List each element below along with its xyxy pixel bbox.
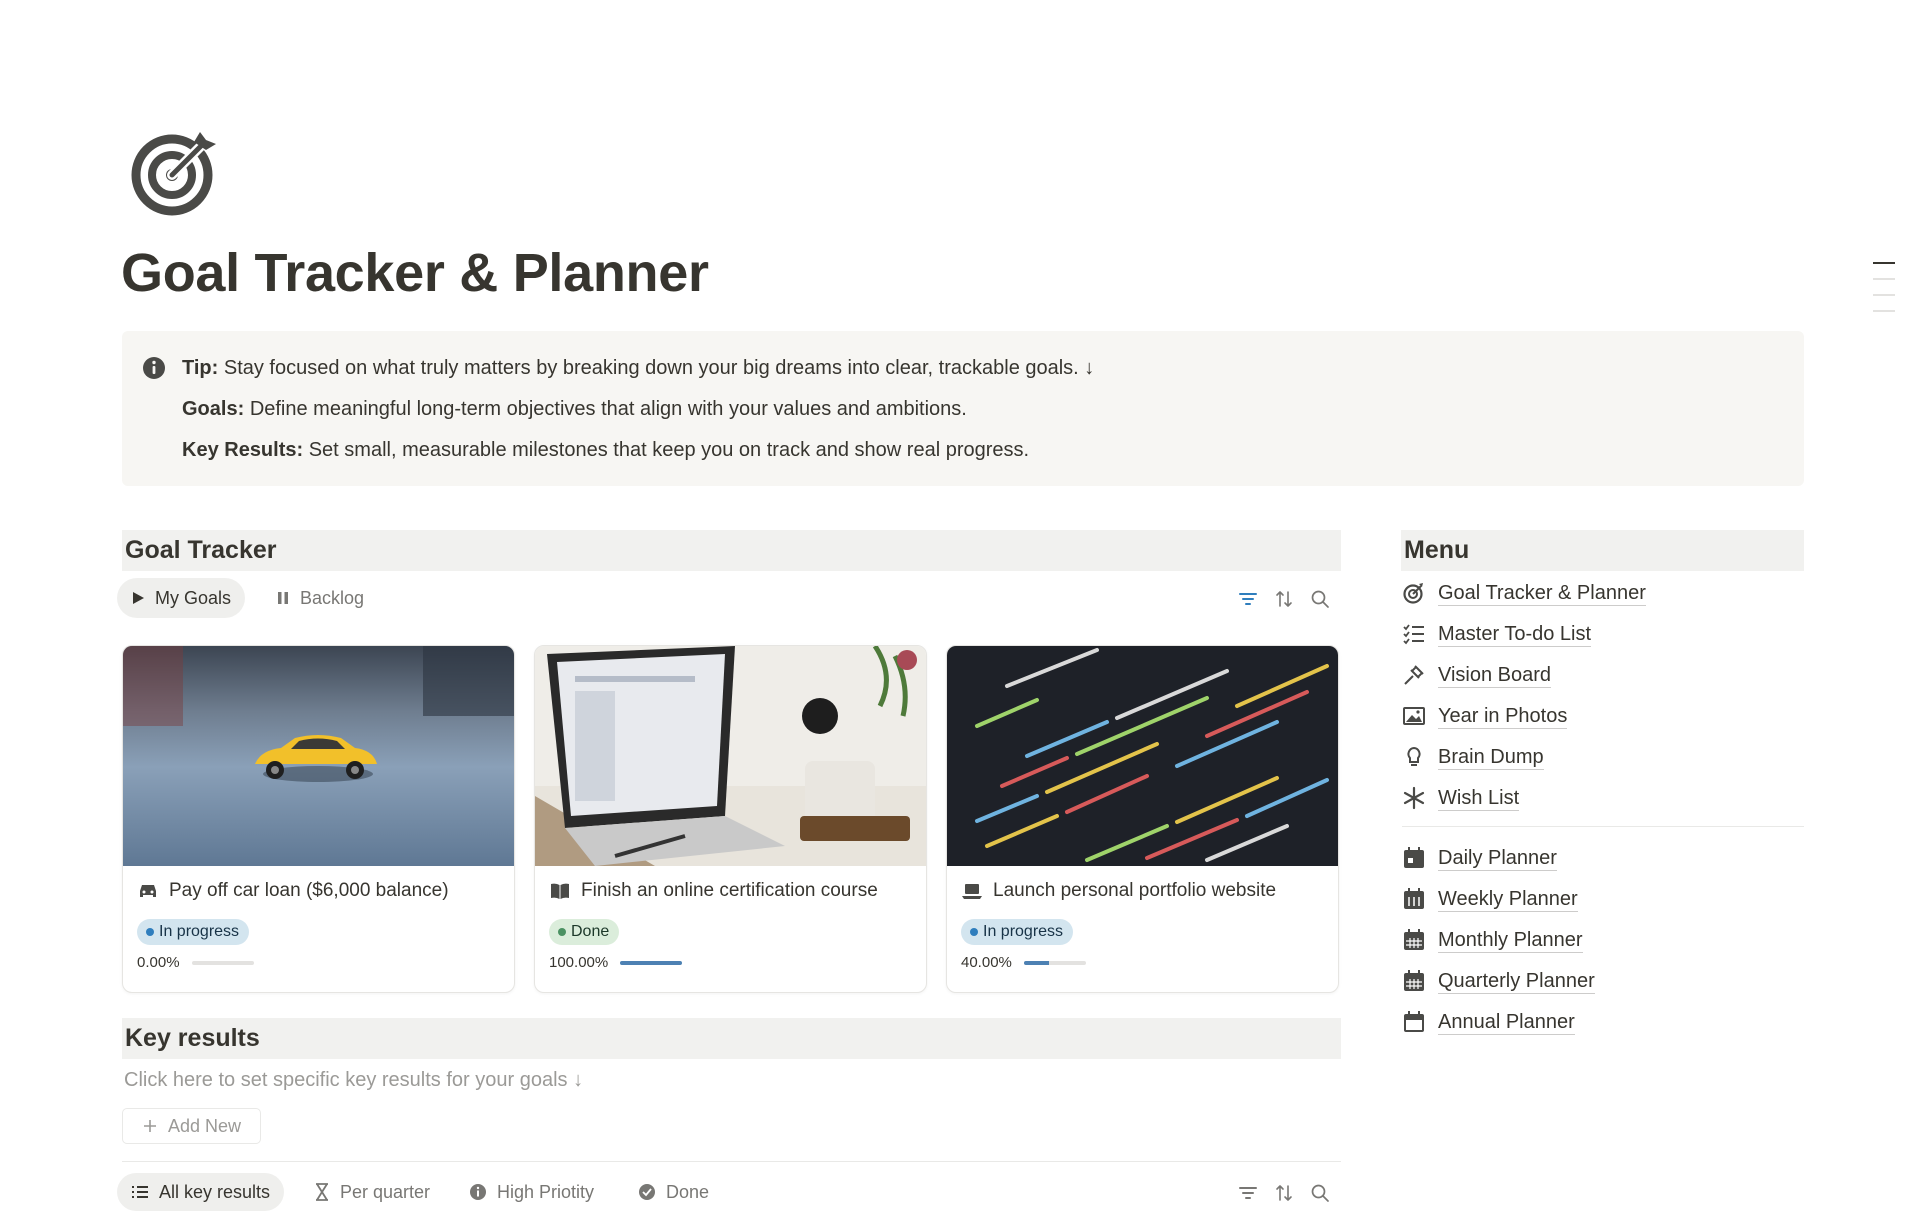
plus-icon [143, 1120, 156, 1132]
tip-callout: Tip: Stay focused on what truly matters … [122, 331, 1804, 486]
menu-item-annual-planner[interactable]: Annual Planner [1402, 1007, 1575, 1037]
menu-item-brain-dump[interactable]: Brain Dump [1402, 742, 1544, 772]
add-new-button[interactable]: Add New [122, 1108, 261, 1144]
lightbulb-icon [1407, 746, 1421, 766]
filter-icon[interactable] [1237, 1182, 1259, 1204]
page-title: Goal Tracker & Planner [121, 243, 709, 303]
status-badge: Done [549, 919, 620, 945]
sort-icon[interactable] [1273, 588, 1295, 610]
goal-title: Pay off car loan ($6,000 balance) [169, 880, 449, 901]
progress: 100.00% [549, 954, 683, 971]
target-icon [131, 132, 216, 216]
goal-title: Finish an online certification course [581, 880, 878, 901]
code-cover-image [947, 646, 1338, 866]
search-icon[interactable] [1309, 1182, 1331, 1204]
filter-icon[interactable] [1237, 588, 1259, 610]
asterisk-icon [1403, 786, 1425, 810]
calendar-week-icon [1404, 888, 1424, 909]
hourglass-icon [316, 1183, 328, 1201]
goals-line: Goals: Define meaningful long-term objec… [182, 398, 967, 420]
goal-title: Launch personal portfolio website [993, 880, 1277, 901]
progress-bar [1023, 960, 1086, 965]
play-icon [133, 592, 144, 604]
car-icon [140, 885, 156, 897]
search-icon[interactable] [1309, 588, 1331, 610]
menu-item-weekly-planner[interactable]: Weekly Planner [1402, 884, 1578, 914]
progress: 0.00% [137, 954, 254, 971]
goal-card[interactable]: Launch personal portfolio website In pro… [946, 645, 1339, 993]
image-icon [1403, 707, 1425, 725]
status-badge: In progress [961, 919, 1074, 945]
progress-value: 0.00% [137, 954, 180, 971]
tab-high-priority[interactable]: High Priotity [455, 1173, 608, 1211]
tab-backlog[interactable]: Backlog [262, 578, 378, 618]
list-icon [132, 1186, 148, 1198]
menu-item-wish-list[interactable]: Wish List [1402, 783, 1520, 813]
menu-item-year-in-photos[interactable]: Year in Photos [1402, 701, 1568, 731]
progress-value: 100.00% [549, 954, 609, 971]
pause-icon [278, 592, 288, 604]
goal-tracker-heading: Goal Tracker [122, 530, 1341, 571]
calendar-icon [1404, 1011, 1424, 1032]
info-icon [470, 1184, 486, 1200]
table-of-contents[interactable] [1873, 262, 1895, 326]
laptop-icon [962, 884, 982, 899]
book-icon [551, 883, 569, 899]
menu-item-monthly-planner[interactable]: Monthly Planner [1402, 925, 1583, 955]
progress: 40.00% [961, 954, 1086, 971]
tab-my-goals[interactable]: My Goals [117, 578, 246, 618]
menu-heading: Menu [1401, 530, 1804, 571]
tip-line: Tip: Stay focused on what truly matters … [182, 357, 1095, 379]
key-results-heading: Key results [122, 1018, 1341, 1059]
progress-bar [620, 960, 683, 965]
menu-item-vision-board[interactable]: Vision Board [1402, 660, 1552, 690]
tab-all-key-results[interactable]: All key results [117, 1173, 285, 1211]
pin-icon [1404, 665, 1424, 685]
menu-item-daily-planner[interactable]: Daily Planner [1402, 843, 1557, 873]
key-results-divider [122, 1161, 1341, 1162]
checklist-icon [1403, 624, 1424, 645]
progress-value: 40.00% [961, 954, 1012, 971]
menu-item-master-todo[interactable]: Master To-do List [1402, 619, 1592, 649]
menu-item-goal-tracker[interactable]: Goal Tracker & Planner [1402, 578, 1646, 608]
calendar-month-icon [1404, 929, 1424, 950]
tab-done[interactable]: Done [624, 1173, 723, 1211]
progress-bar [191, 960, 254, 965]
status-badge: In progress [137, 919, 250, 945]
menu-item-quarterly-planner[interactable]: Quarterly Planner [1402, 966, 1595, 996]
sort-icon[interactable] [1273, 1182, 1295, 1204]
key-results-hint[interactable]: Click here to set specific key results f… [124, 1069, 583, 1092]
info-icon [143, 357, 165, 379]
goal-card[interactable]: Finish an online certification course Do… [534, 645, 927, 993]
key-results-line: Key Results: Set small, measurable miles… [182, 439, 1030, 461]
car-cover-image [123, 646, 514, 866]
calendar-day-icon [1404, 847, 1424, 868]
menu-divider [1402, 826, 1804, 827]
calendar-quarter-icon [1404, 970, 1424, 991]
tab-per-quarter[interactable]: Per quarter [300, 1173, 444, 1211]
goal-card[interactable]: Pay off car loan ($6,000 balance) In pro… [122, 645, 515, 993]
target-icon [1403, 583, 1423, 604]
check-circle-icon [639, 1184, 655, 1200]
laptop-cover-image [535, 646, 926, 866]
